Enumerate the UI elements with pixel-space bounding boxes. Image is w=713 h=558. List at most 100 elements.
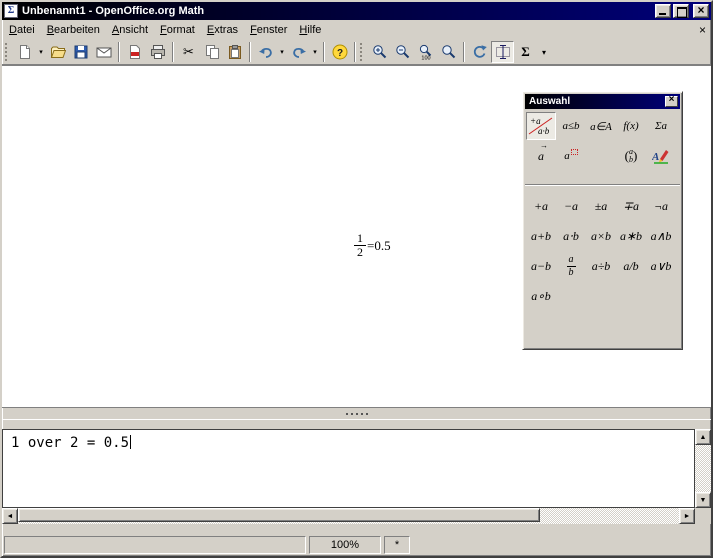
multiplication-cross-button[interactable]: a×b	[586, 221, 616, 251]
menu-item-datei[interactable]: Datei	[3, 20, 41, 39]
new-document-button[interactable]	[13, 41, 36, 63]
export-pdf-button[interactable]	[123, 41, 146, 63]
toolbar-separator	[172, 42, 174, 62]
new-document-dropdown[interactable]: ▾	[36, 41, 46, 63]
selection-window-titlebar[interactable]: Auswahl	[525, 94, 680, 109]
zoom-page-icon	[441, 44, 457, 60]
save-icon	[73, 44, 89, 60]
vertical-scrollbar[interactable]: ▲ ▼	[695, 429, 711, 508]
boolean-or-button[interactable]: a∨b	[646, 251, 676, 281]
multiplication-dot-button[interactable]: a⋅b	[556, 221, 586, 251]
statusbar-gap	[2, 524, 711, 534]
command-window-splitter[interactable]	[2, 408, 711, 420]
concatenation-button[interactable]: a∘b	[526, 281, 556, 311]
unary-plus-button[interactable]: +a	[526, 191, 556, 221]
set-operations-category[interactable]: a∈A	[586, 112, 616, 140]
menu-item-hilfe[interactable]: Hilfe	[293, 20, 327, 39]
relations-category[interactable]: a≤b	[556, 112, 586, 140]
menu-item-bearbeiten[interactable]: Bearbeiten	[41, 20, 106, 39]
export-pdf-icon	[127, 44, 143, 60]
zoom-level-field[interactable]: 100%	[309, 536, 381, 554]
print-button[interactable]	[146, 41, 169, 63]
chevron-down-icon: ▾	[39, 48, 43, 56]
horizontal-scrollbar[interactable]: ◄ ►	[2, 508, 695, 524]
title-bar[interactable]: Unbenannt1 - OpenOffice.org Math	[2, 2, 711, 20]
scroll-left-icon[interactable]: ◄	[2, 508, 18, 524]
toolbar-options-button[interactable]: ▾	[537, 41, 551, 63]
zoom-out-button[interactable]	[391, 41, 414, 63]
copy-button[interactable]	[200, 41, 223, 63]
boolean-and-button[interactable]: a∧b	[646, 221, 676, 251]
redo-dropdown[interactable]: ▾	[310, 41, 320, 63]
math-document-icon	[4, 4, 18, 18]
formula-result: =0.5	[367, 238, 391, 254]
formula-cursor-button[interactable]	[491, 41, 514, 63]
division-slash-button[interactable]: a/b	[616, 251, 646, 281]
standard-toolbar-grip[interactable]	[5, 43, 10, 61]
zoom-100-button[interactable]: 100	[414, 41, 437, 63]
formats-category[interactable]: a	[556, 142, 586, 170]
division-fraction-button[interactable]: ab	[556, 251, 586, 281]
subtraction-button[interactable]: a−b	[526, 251, 556, 281]
multiplication-star-button[interactable]: a∗b	[616, 221, 646, 251]
undo-button[interactable]	[254, 41, 277, 63]
print-icon	[150, 44, 166, 60]
svg-text:?: ?	[336, 48, 342, 59]
chevron-down-icon: ▾	[313, 48, 317, 56]
plus-minus-button[interactable]: ±a	[586, 191, 616, 221]
minimize-icon[interactable]	[655, 4, 671, 18]
open-icon	[50, 44, 66, 60]
menu-item-ansicht[interactable]: Ansicht	[106, 20, 154, 39]
undo-dropdown[interactable]: ▾	[277, 41, 287, 63]
horizontal-scroll-thumb[interactable]	[18, 508, 540, 522]
menu-item-extras[interactable]: Extras	[201, 20, 244, 39]
fraction-numerator: 1	[357, 232, 363, 245]
addition-button[interactable]: a+b	[526, 221, 556, 251]
help-icon: ?	[332, 44, 348, 60]
brackets-category[interactable]: (ab)	[616, 142, 646, 170]
save-button[interactable]	[69, 41, 92, 63]
misc-category[interactable]: A	[646, 142, 676, 170]
command-input[interactable]: 1 over 2 = 0.5	[2, 429, 695, 508]
scroll-down-icon[interactable]: ▼	[695, 492, 711, 508]
menu-item-format[interactable]: Format	[154, 20, 201, 39]
email-button[interactable]	[92, 41, 115, 63]
open-button[interactable]	[46, 41, 69, 63]
unary-binary-operators-category[interactable]: +aa·b	[526, 112, 556, 140]
cut-button[interactable]: ✂	[177, 41, 200, 63]
boolean-not-button[interactable]: ¬a	[646, 191, 676, 221]
tools-toolbar-grip[interactable]	[360, 43, 365, 61]
attributes-category[interactable]: →a	[526, 142, 556, 170]
symbols-catalog-button[interactable]: Σ	[514, 41, 537, 63]
unary-minus-button[interactable]: −a	[556, 191, 586, 221]
maximize-icon[interactable]	[673, 4, 689, 18]
redo-button[interactable]	[287, 41, 310, 63]
zoom-in-button[interactable]	[368, 41, 391, 63]
help-button[interactable]: ?	[328, 41, 351, 63]
document-canvas[interactable]: 1 2 =0.5 Auswahl +aa·ba≤ba∈Af(x)Σa →aa (a…	[2, 65, 711, 408]
functions-category[interactable]: f(x)	[616, 112, 646, 140]
update-view-button[interactable]	[468, 41, 491, 63]
selection-window-title: Auswahl	[529, 96, 570, 107]
vertical-scroll-track[interactable]	[695, 445, 711, 492]
menu-item-fenster[interactable]: Fenster	[244, 20, 293, 39]
selection-categories-row1: +aa·ba≤ba∈Af(x)Σa	[523, 111, 682, 141]
close-document-icon[interactable]: ×	[694, 20, 711, 39]
horizontal-scroll-track[interactable]	[18, 508, 679, 524]
selection-close-icon[interactable]	[665, 96, 678, 107]
paste-button[interactable]	[223, 41, 246, 63]
zoom-out-icon	[395, 44, 411, 60]
scroll-up-icon[interactable]: ▲	[695, 429, 711, 445]
scroll-right-icon[interactable]: ►	[679, 508, 695, 524]
scrollbar-corner	[695, 508, 711, 524]
fraction-denominator: 2	[357, 246, 363, 259]
main-toolbar: ▾✂▾▾?100Σ▾	[2, 39, 711, 65]
modified-indicator: *	[384, 536, 410, 554]
toolbar-separator	[463, 42, 465, 62]
close-icon[interactable]	[693, 4, 709, 18]
minus-plus-button[interactable]: ∓a	[616, 191, 646, 221]
division-sign-button[interactable]: a÷b	[586, 251, 616, 281]
zoom-page-button[interactable]	[437, 41, 460, 63]
redo-icon	[291, 44, 307, 60]
operators-category[interactable]: Σa	[646, 112, 676, 140]
